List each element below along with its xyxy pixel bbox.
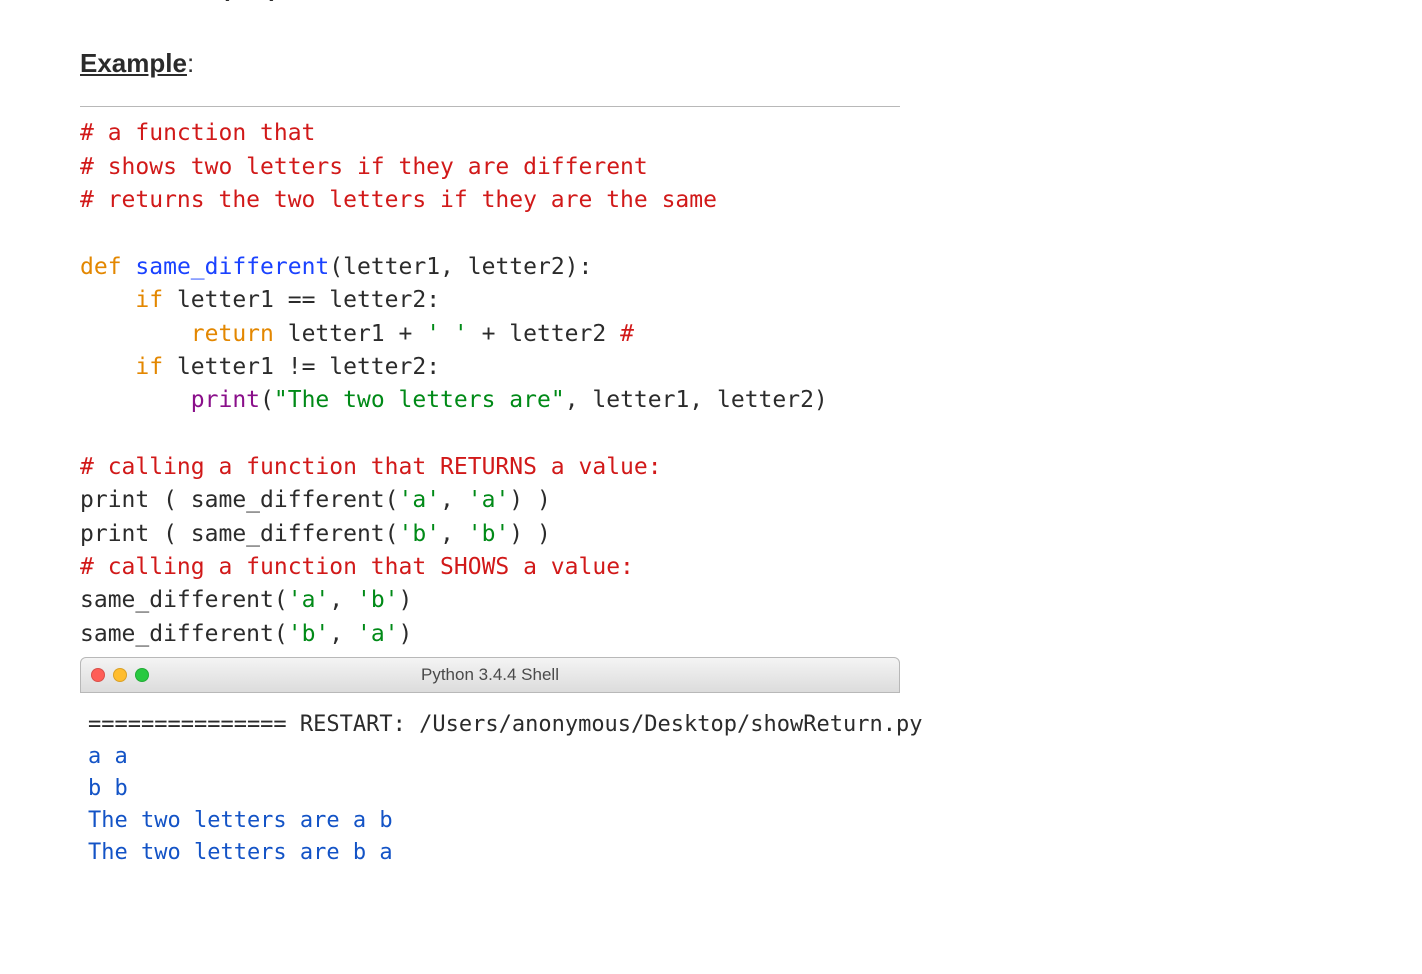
code-block: # a function that # shows two letters if…: [80, 106, 900, 651]
string-literal: 'b': [357, 587, 399, 613]
string-literal: ' ': [426, 321, 468, 347]
shell-output: =============== RESTART: /Users/anonymou…: [80, 693, 900, 876]
kw-if: if: [135, 354, 163, 380]
if-condition: letter1 == letter2:: [163, 287, 440, 313]
shell-line: The two letters are a b: [88, 808, 393, 833]
return-expr: + letter2: [468, 321, 620, 347]
call-line: same_different(: [80, 621, 288, 647]
string-literal: 'b': [468, 521, 510, 547]
string-literal: 'a': [468, 487, 510, 513]
call-line: same_different(: [80, 587, 288, 613]
params: (letter1, letter2):: [329, 254, 592, 280]
restart-line: =============== RESTART: /Users/anonymou…: [88, 712, 922, 737]
kw-def: def: [80, 254, 122, 280]
code-comment: # a function that: [80, 120, 315, 146]
example-heading: Example:: [80, 45, 1342, 83]
comment-hash: #: [620, 321, 634, 347]
kw-if: if: [135, 287, 163, 313]
return-expr: letter1 +: [274, 321, 426, 347]
example-label: Example: [80, 48, 187, 78]
string-literal: 'a': [357, 621, 399, 647]
string-literal: 'b': [399, 521, 441, 547]
string-literal: 'a': [288, 587, 330, 613]
call-line: print ( same_different(: [80, 487, 399, 513]
builtin-print: print: [191, 387, 260, 413]
code-comment: # calling a function that SHOWS a value:: [80, 554, 634, 580]
print-args: , letter1, letter2): [565, 387, 828, 413]
example-colon: :: [187, 48, 194, 78]
string-literal: 'b': [288, 621, 330, 647]
clipped-prior-line: sum_double(6, 6) → shows 12: [80, 0, 1342, 7]
python-shell-window: Python 3.4.4 Shell =============== RESTA…: [80, 657, 900, 876]
function-name: same_different: [135, 254, 329, 280]
code-comment: # shows two letters if they are differen…: [80, 154, 648, 180]
paren: (: [260, 387, 274, 413]
window-titlebar: Python 3.4.4 Shell: [80, 657, 900, 693]
window-title: Python 3.4.4 Shell: [81, 663, 899, 688]
kw-return: return: [191, 321, 274, 347]
code-comment: # returns the two letters if they are th…: [80, 187, 717, 213]
string-literal: "The two letters are": [274, 387, 565, 413]
string-literal: 'a': [399, 487, 441, 513]
shell-line: a a: [88, 744, 128, 769]
shell-line: The two letters are b a: [88, 840, 393, 865]
shell-line: b b: [88, 776, 128, 801]
if-condition: letter1 != letter2:: [163, 354, 440, 380]
call-line: print ( same_different(: [80, 521, 399, 547]
code-comment: # calling a function that RETURNS a valu…: [80, 454, 662, 480]
